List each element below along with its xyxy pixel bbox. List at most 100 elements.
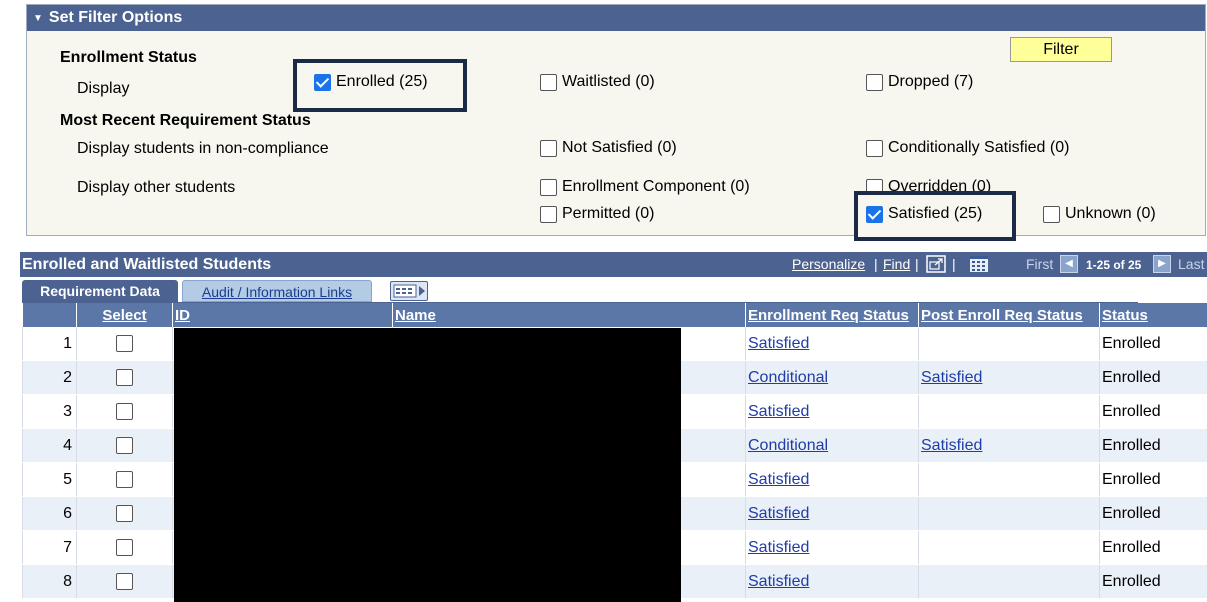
requirement-status-heading: Most Recent Requirement Status xyxy=(60,112,311,129)
status-cell: Enrolled xyxy=(1099,530,1207,565)
status-cell: Enrolled xyxy=(1099,327,1207,361)
status-cell: Enrolled xyxy=(1099,360,1207,395)
row-number: 3 xyxy=(22,394,77,429)
waitlisted-option[interactable]: Waitlisted (0) xyxy=(540,73,655,91)
enrollment-req-status-cell: Satisfied xyxy=(745,394,919,429)
row-select-checkbox[interactable] xyxy=(116,470,133,488)
status-cell: Enrolled xyxy=(1099,564,1207,599)
row-select-checkbox[interactable] xyxy=(116,538,133,556)
row-select-checkbox[interactable] xyxy=(116,402,133,420)
next-arrow-icon[interactable]: ▶ xyxy=(1153,255,1171,273)
enrollment-req-status-link[interactable]: Satisfied xyxy=(748,505,809,522)
satisfied-checkbox[interactable] xyxy=(866,205,883,223)
conditionally-satisfied-option[interactable]: Conditionally Satisfied (0) xyxy=(866,139,1069,157)
permitted-option[interactable]: Permitted (0) xyxy=(540,205,654,223)
find-link[interactable]: Find xyxy=(883,256,910,272)
conditionally-satisfied-label: Conditionally Satisfied (0) xyxy=(888,139,1070,156)
row-select-cell xyxy=(76,360,173,395)
row-range: 1-25 of 25 xyxy=(1086,258,1142,272)
redacted-id-name-block xyxy=(174,328,681,602)
column-header-rownum xyxy=(22,303,77,327)
view-all-icon[interactable] xyxy=(926,255,946,278)
enrollment-req-status-cell: Satisfied xyxy=(745,496,919,531)
unknown-checkbox[interactable] xyxy=(1043,205,1060,223)
previous-arrow-icon[interactable]: ◀ xyxy=(1060,255,1078,273)
row-select-checkbox[interactable] xyxy=(116,572,133,590)
row-select-cell xyxy=(76,327,173,361)
enrollment-component-checkbox[interactable] xyxy=(540,178,557,196)
row-number: 8 xyxy=(22,564,77,599)
post-enroll-req-status-cell xyxy=(918,394,1100,429)
not-satisfied-checkbox[interactable] xyxy=(540,139,557,157)
personalize-link[interactable]: Personalize xyxy=(792,256,865,272)
row-select-checkbox[interactable] xyxy=(116,368,133,386)
grid-header-row: Select ID Name Enrollment Req Status Pos… xyxy=(22,303,1207,327)
row-number: 1 xyxy=(22,327,77,361)
collapse-triangle-icon[interactable]: ▼ xyxy=(33,6,43,32)
enrolled-option[interactable]: Enrolled (25) xyxy=(314,73,428,91)
column-header-post-enroll-req-status[interactable]: Post Enroll Req Status xyxy=(918,303,1100,327)
dropped-checkbox[interactable] xyxy=(866,73,883,91)
row-select-checkbox[interactable] xyxy=(116,504,133,522)
conditionally-satisfied-checkbox[interactable] xyxy=(866,139,883,157)
filter-panel-title: Set Filter Options xyxy=(48,9,183,26)
column-header-enrollment-req-status[interactable]: Enrollment Req Status xyxy=(745,303,919,327)
filter-panel: ▼ Set Filter Options Enrollment Status Di… xyxy=(26,4,1206,241)
permitted-checkbox[interactable] xyxy=(540,205,557,223)
status-cell: Enrolled xyxy=(1099,428,1207,463)
row-select-checkbox[interactable] xyxy=(116,436,133,454)
post-enroll-req-status-cell xyxy=(918,564,1100,599)
row-select-cell xyxy=(76,394,173,429)
enrollment-req-status-link[interactable]: Satisfied xyxy=(748,573,809,590)
enrollment-component-label: Enrollment Component (0) xyxy=(562,178,750,195)
enrollment-component-option[interactable]: Enrollment Component (0) xyxy=(540,178,750,196)
dropped-option[interactable]: Dropped (7) xyxy=(866,73,973,91)
column-header-select[interactable]: Select xyxy=(76,303,173,327)
post-enroll-req-status-cell xyxy=(918,462,1100,497)
row-select-checkbox[interactable] xyxy=(116,334,133,352)
post-enroll-req-status-cell xyxy=(918,327,1100,361)
row-select-cell xyxy=(76,462,173,497)
column-header-id[interactable]: ID xyxy=(172,303,393,327)
row-number: 7 xyxy=(22,530,77,565)
nav-separator: | xyxy=(915,256,919,272)
post-enroll-req-status-cell: Satisfied xyxy=(918,428,1100,463)
post-enroll-req-status-cell: Satisfied xyxy=(918,360,1100,395)
tab-requirement-data[interactable]: Requirement Data xyxy=(22,280,178,302)
post-enroll-req-status-link[interactable]: Satisfied xyxy=(921,369,982,386)
enrolled-checkbox[interactable] xyxy=(314,73,331,91)
filter-button[interactable]: Filter xyxy=(1010,37,1112,62)
waitlisted-checkbox[interactable] xyxy=(540,73,557,91)
enrollment-req-status-link[interactable]: Conditional xyxy=(748,437,828,454)
row-number: 6 xyxy=(22,496,77,531)
status-cell: Enrolled xyxy=(1099,394,1207,429)
nav-separator: | xyxy=(874,256,878,272)
row-number: 4 xyxy=(22,428,77,463)
post-enroll-req-status-link[interactable]: Satisfied xyxy=(921,437,982,454)
satisfied-option[interactable]: Satisfied (25) xyxy=(866,205,982,223)
enrollment-req-status-link[interactable]: Conditional xyxy=(748,369,828,386)
enrollment-req-status-cell: Satisfied xyxy=(745,327,919,361)
first-link[interactable]: First xyxy=(1026,256,1053,272)
row-number: 2 xyxy=(22,360,77,395)
not-satisfied-option[interactable]: Not Satisfied (0) xyxy=(540,139,677,157)
filter-panel-header[interactable]: ▼ Set Filter Options xyxy=(27,5,1205,31)
enrollment-req-status-cell: Conditional xyxy=(745,428,919,463)
enrollment-req-status-link[interactable]: Satisfied xyxy=(748,471,809,488)
column-header-name[interactable]: Name xyxy=(392,303,746,327)
row-select-cell xyxy=(76,564,173,599)
enrollment-req-status-link[interactable]: Satisfied xyxy=(748,335,809,352)
column-header-status[interactable]: Status xyxy=(1099,303,1207,327)
show-all-columns-icon[interactable] xyxy=(390,281,428,301)
unknown-option[interactable]: Unknown (0) xyxy=(1043,205,1156,223)
enrollment-req-status-link[interactable]: Satisfied xyxy=(748,403,809,420)
download-grid-icon[interactable] xyxy=(969,255,989,278)
last-link[interactable]: Last xyxy=(1178,256,1204,272)
row-select-cell xyxy=(76,530,173,565)
permitted-label: Permitted (0) xyxy=(562,205,655,222)
noncompliance-label: Display students in non-compliance xyxy=(77,140,329,157)
enrollment-req-status-cell: Satisfied xyxy=(745,462,919,497)
enrollment-req-status-cell: Conditional xyxy=(745,360,919,395)
enrollment-req-status-link[interactable]: Satisfied xyxy=(748,539,809,556)
tab-audit-information-links[interactable]: Audit / Information Links xyxy=(182,280,372,302)
